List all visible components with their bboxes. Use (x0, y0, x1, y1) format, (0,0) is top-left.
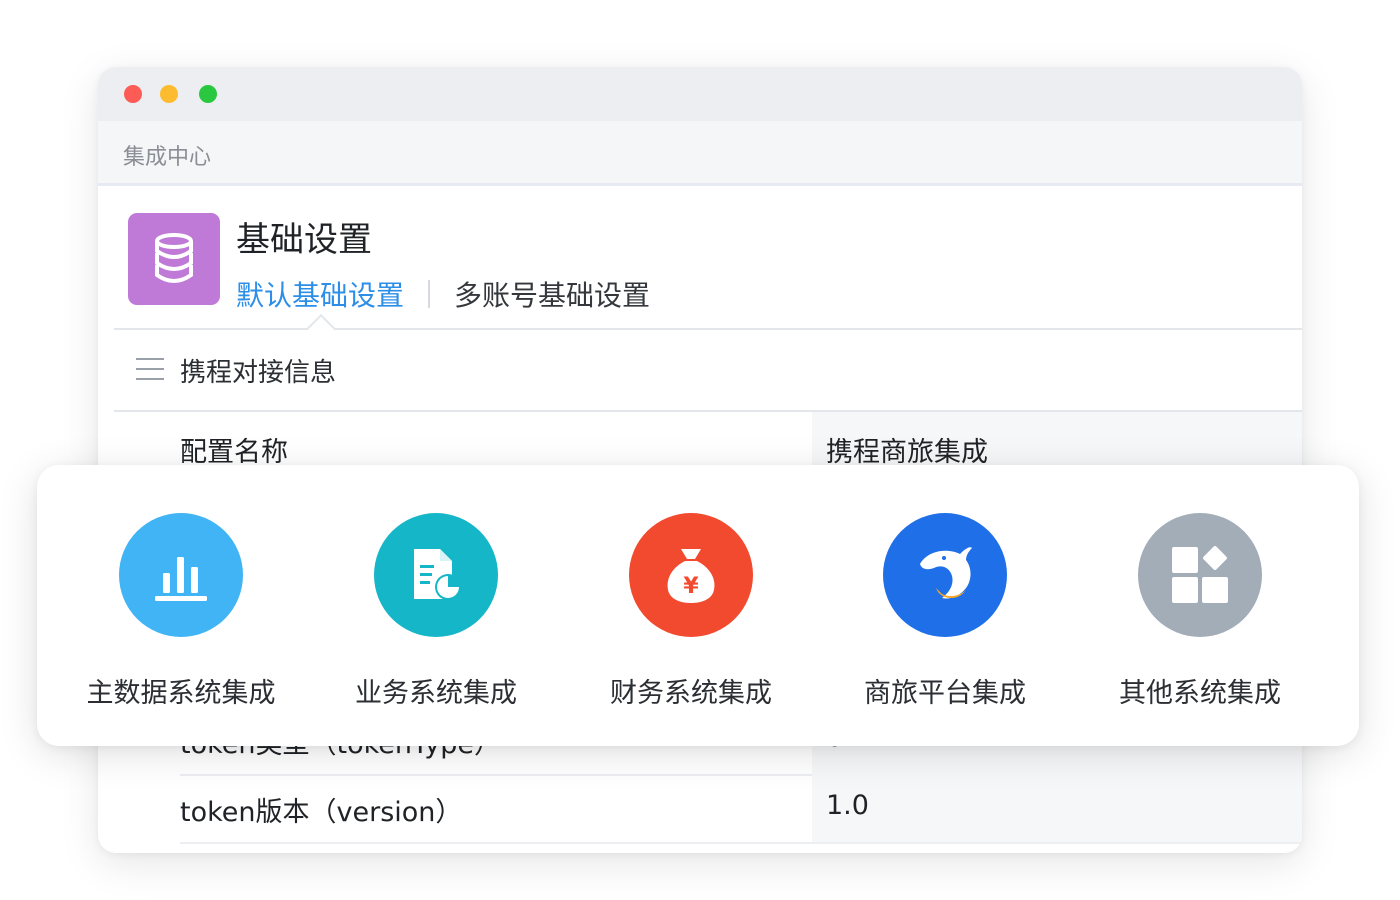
config-name-cell: token版本（version） (180, 797, 463, 828)
section-title: 携程对接信息 (180, 358, 337, 388)
finance-system-integration-item[interactable]: ¥ 财务系统集成 (571, 513, 811, 710)
business-system-integration-item[interactable]: 业务系统集成 (316, 513, 556, 710)
dolphin-icon (883, 513, 1007, 637)
integration-label: 其他系统集成 (1119, 678, 1281, 709)
close-window-button[interactable] (124, 85, 142, 103)
integration-label: 业务系统集成 (355, 678, 517, 709)
title-bar (98, 67, 1302, 121)
maximize-window-button[interactable] (199, 85, 217, 103)
config-value-cell: 1.0 (826, 790, 869, 821)
master-data-integration-item[interactable]: 主数据系统集成 (61, 513, 301, 710)
module-title: 基础设置 (236, 220, 372, 260)
menu-icon[interactable] (136, 358, 164, 380)
tab-divider (428, 280, 431, 308)
travel-platform-integration-item[interactable]: 商旅平台集成 (825, 513, 1065, 710)
app-title: 集成中心 (123, 145, 212, 170)
config-name-cell: 配置名称 (180, 437, 288, 468)
table-row: token版本（version） 1.0 (114, 772, 1302, 844)
tab-multi-account-settings[interactable]: 多账号基础设置 (454, 274, 650, 314)
integration-label: 财务系统集成 (610, 678, 772, 709)
integration-label: 商旅平台集成 (864, 678, 1026, 709)
apps-icon (1138, 513, 1262, 637)
document-chart-icon (374, 513, 498, 637)
settings-tabs: 默认基础设置 多账号基础设置 (236, 274, 650, 314)
money-bag-icon: ¥ (629, 513, 753, 637)
bar-chart-icon (119, 513, 243, 637)
value-column-bg (812, 772, 1302, 844)
app-header: 集成中心 (98, 121, 1302, 186)
row-divider (180, 842, 1302, 844)
section-header: 携程对接信息 (114, 330, 1302, 412)
minimize-window-button[interactable] (160, 85, 178, 103)
config-value-cell: 携程商旅集成 (826, 437, 988, 468)
svg-text:¥: ¥ (683, 574, 699, 599)
database-icon (128, 213, 220, 305)
integration-label: 主数据系统集成 (86, 678, 276, 709)
tab-default-settings[interactable]: 默认基础设置 (236, 274, 404, 314)
integration-categories-panel: 主数据系统集成 业务系统集成 ¥ 财务系统集成 商旅平台集成 其他系统集成 (37, 465, 1359, 746)
other-system-integration-item[interactable]: 其他系统集成 (1080, 513, 1320, 710)
